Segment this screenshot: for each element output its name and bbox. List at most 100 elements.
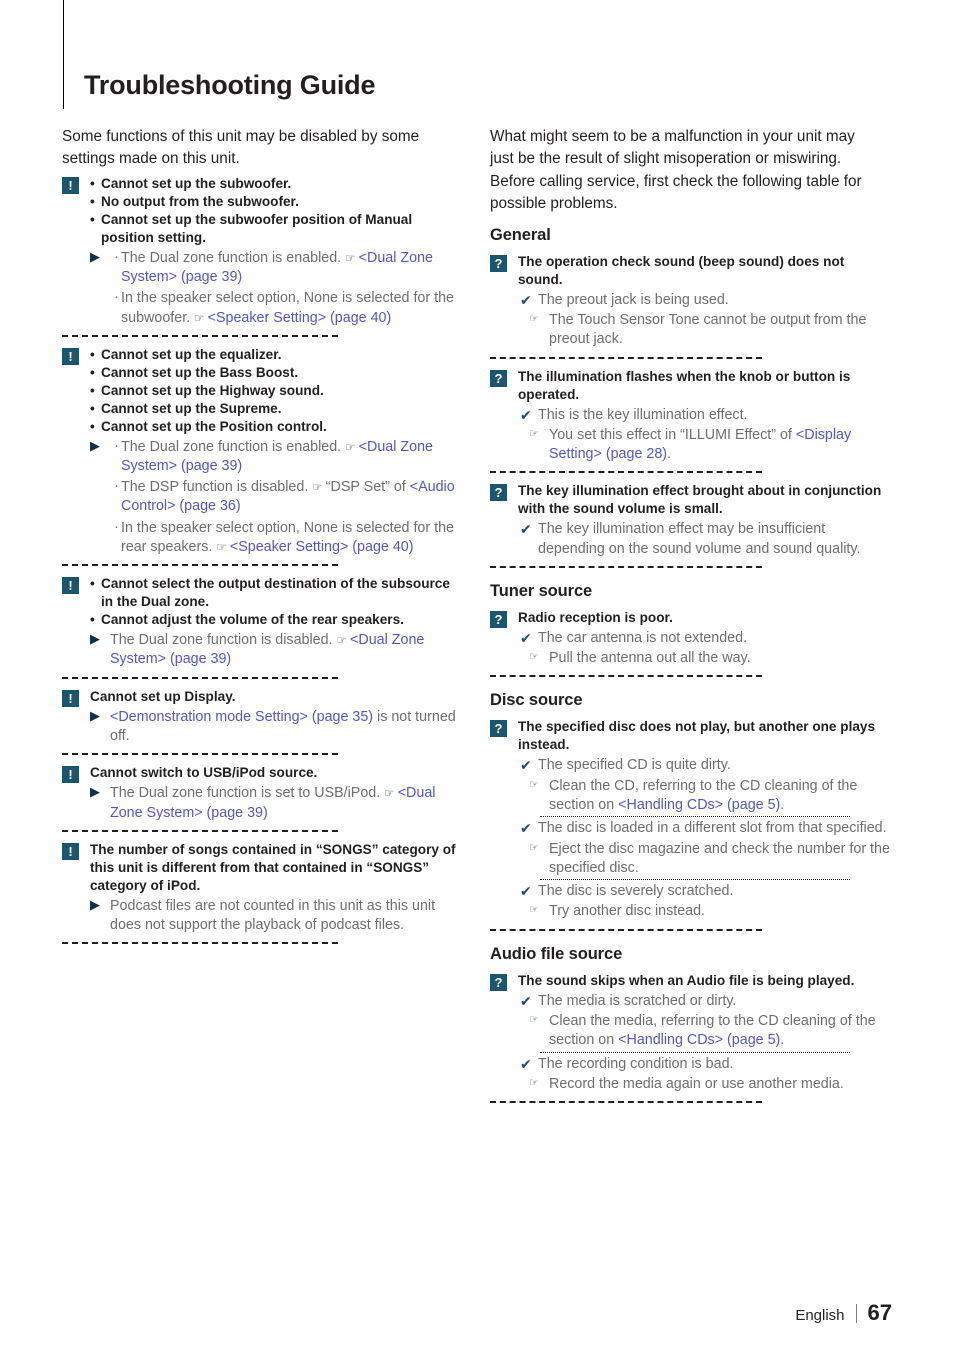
- warning-badge-icon: !: [62, 176, 79, 194]
- symptom-item: The key illumination effect brought abou…: [518, 483, 882, 517]
- answer-sub-row: ☞ Clean the media, referring to the CD cl…: [518, 1012, 890, 1051]
- cross-reference-link[interactable]: <Handling CDs> (page 5): [618, 797, 780, 813]
- answer-group: ▶ Podcast files are not counted in this u…: [90, 897, 462, 936]
- answer-text: The Touch Sensor Tone cannot be output f…: [549, 312, 867, 348]
- entry-separator: [490, 675, 762, 678]
- answer-row: ✔ The car antenna is not extended.: [518, 629, 890, 648]
- sub-separator: [540, 879, 850, 881]
- troubleshooting-entry: !Cannot set up the equalizer.Cannot set …: [62, 346, 462, 557]
- entry-separator: [490, 1101, 762, 1104]
- answer-row: ▶The Dual zone function is enabled. ☞ <D…: [90, 436, 462, 477]
- answer-text: The disc is loaded in a different slot f…: [538, 820, 887, 837]
- symptom-item: Cannot set up the Bass Boost.: [90, 364, 462, 382]
- symptom-list: Cannot set up the equalizer.Cannot set u…: [90, 346, 462, 436]
- check-icon: ✔: [520, 820, 532, 837]
- answer-row: ✔ The key illumination effect may be insu…: [518, 520, 890, 559]
- symptom-list: Cannot switch to USB/iPod source.: [90, 764, 462, 782]
- symptom-list: Cannot set up Display.: [90, 688, 462, 706]
- symptom-item: The specified disc does not play, but an…: [518, 719, 876, 753]
- answer-text: The preout jack is being used.: [538, 291, 729, 308]
- symptom-list: The sound skips when an Audio file is be…: [518, 972, 890, 990]
- cross-reference-link[interactable]: <Demonstration mode Setting> (page 35): [110, 709, 373, 725]
- pointing-hand-icon: ☞: [312, 482, 326, 495]
- symptom-item: The operation check sound (beep sound) d…: [518, 253, 845, 287]
- troubleshooting-entry: ! Cannot set up the subwoofer.No output f…: [62, 175, 462, 328]
- symptom-item: The illumination flashes when the knob o…: [518, 368, 851, 402]
- troubleshooting-entry: ! Cannot switch to USB/iPod source. ▶ The D…: [62, 764, 462, 823]
- right-intro-paragraph: What might seem to be a malfunction in y…: [490, 128, 862, 213]
- answer-text: Pull the antenna out all the way.: [549, 650, 751, 667]
- troubleshooting-entry: ! Cannot select the output destination of…: [62, 575, 462, 669]
- sub-separator: [540, 816, 850, 818]
- pointing-hand-icon: ☞: [384, 788, 398, 801]
- troubleshooting-entry: ? The key illumination effect brought abo…: [490, 482, 890, 558]
- triangle-right-icon: ▶: [90, 707, 100, 723]
- symptom-list: Cannot set up the subwoofer.No output fr…: [90, 175, 462, 247]
- symptom-item: Cannot set up the subwoofer position of …: [90, 211, 462, 247]
- answer-text: .: [780, 796, 785, 813]
- check-icon: ✔: [520, 883, 532, 900]
- answer-text: Podcast files are not counted in this un…: [110, 897, 436, 933]
- answer-sub-row: In the speaker select option, None is se…: [90, 287, 462, 328]
- answer-sub-row: ☞ Eject the disc magazine and check the n…: [518, 840, 890, 879]
- answer-row: ▶ The Dual zone function is disabled. ☞ <…: [90, 631, 462, 670]
- troubleshooting-entry: ? The sound skips when an Audio file is b…: [490, 972, 890, 1094]
- symptom-item: Cannot set up the Highway sound.: [90, 382, 462, 400]
- title-vertical-rule: [63, 0, 64, 109]
- document-page: Troubleshooting Guide Some functions of …: [0, 0, 954, 1354]
- question-badge-icon: ?: [490, 610, 507, 628]
- troubleshooting-entry: ? Radio reception is poor. ✔ The car antenn…: [490, 609, 890, 669]
- answer-text: .: [780, 1032, 785, 1049]
- answer-row: ✔ The preout jack is being used.: [518, 291, 890, 310]
- triangle-right-icon: ▶: [90, 631, 100, 647]
- pointing-hand-icon: ☞: [529, 427, 539, 440]
- troubleshooting-entry: ! Cannot set up Display. ▶ <Demonstration m…: [62, 688, 462, 747]
- answer-text: Record the media again or use another me…: [549, 1075, 844, 1092]
- answer-row: ▶ <Demonstration mode Setting> (page 35) …: [90, 708, 462, 747]
- pointing-hand-icon: ☞: [529, 1076, 539, 1089]
- section-heading: General: [490, 225, 551, 244]
- symptom-list: The operation check sound (beep sound) d…: [518, 253, 890, 289]
- answer-text: The Dual zone function is set to USB/iPo…: [110, 785, 385, 802]
- answer-row: ▶ The Dual zone function is set to USB/iP…: [90, 784, 462, 823]
- pointing-hand-icon: ☞: [529, 651, 539, 664]
- page-footer: English 67: [795, 1300, 892, 1326]
- pointing-hand-icon: ☞: [345, 252, 359, 265]
- question-badge-icon: ?: [490, 720, 507, 738]
- answer-text: Eject the disc magazine and check the nu…: [549, 840, 890, 876]
- answer-group: ✔ The key illumination effect may be insu…: [518, 520, 890, 559]
- answer-group: ✔ The media is scratched or dirty. ☞ Clean …: [518, 992, 890, 1094]
- pointing-hand-icon: ☞: [216, 542, 230, 555]
- answer-sub-row: ☞ Clean the CD, referring to the CD clean…: [518, 777, 890, 816]
- answer-group: ✔ The specified CD is quite dirty. ☞ Clean …: [518, 756, 890, 921]
- answer-sub-row: ☞ Record the media again or use another m…: [518, 1075, 890, 1094]
- answer-row: ✔ The disc is severely scratched.: [518, 882, 890, 901]
- cross-reference-link[interactable]: <Handling CDs> (page 5): [618, 1032, 780, 1048]
- entry-separator: [62, 334, 338, 337]
- answer-text: “DSP Set” of: [325, 479, 410, 496]
- answer-row: ✔ This is the key illumination effect.: [518, 406, 890, 425]
- symptom-list: Cannot select the output destination of …: [90, 575, 462, 629]
- check-icon: ✔: [520, 629, 532, 646]
- troubleshooting-entry: ? The operation check sound (beep sound) …: [490, 253, 890, 350]
- pointing-hand-icon: ☞: [336, 635, 351, 648]
- answer-text: The media is scratched or dirty.: [538, 992, 737, 1009]
- left-column: Some functions of this unit may be disab…: [62, 126, 462, 953]
- question-badge-icon: ?: [490, 369, 507, 387]
- section-heading: Disc source: [490, 691, 583, 710]
- answer-group: ✔ This is the key illumination effect. ☞ Yo…: [518, 406, 890, 465]
- cross-reference-link[interactable]: <Speaker Setting> (page 40): [230, 539, 414, 555]
- answer-group: ▶The Dual zone function is enabled. ☞ <D…: [90, 436, 462, 558]
- triangle-right-icon: ▶: [90, 437, 100, 453]
- answer-group: ✔ The preout jack is being used. ☞ The Touc…: [518, 291, 890, 350]
- warning-badge-icon: !: [62, 766, 79, 784]
- symptom-item: Cannot set up the Supreme.: [90, 400, 462, 418]
- symptom-item: No output from the subwoofer.: [90, 193, 462, 211]
- pointing-hand-icon: ☞: [194, 312, 208, 325]
- answer-text: The specified CD is quite dirty.: [538, 757, 731, 774]
- cross-reference-link[interactable]: <Speaker Setting> (page 40): [208, 310, 392, 326]
- answer-sub-row: The DSP function is disabled. ☞ “DSP Set…: [90, 476, 462, 517]
- triangle-right-icon: ▶: [90, 248, 100, 264]
- answer-row: ✔ The media is scratched or dirty.: [518, 992, 890, 1011]
- answer-text: The key illumination effect may be insuf…: [538, 521, 861, 557]
